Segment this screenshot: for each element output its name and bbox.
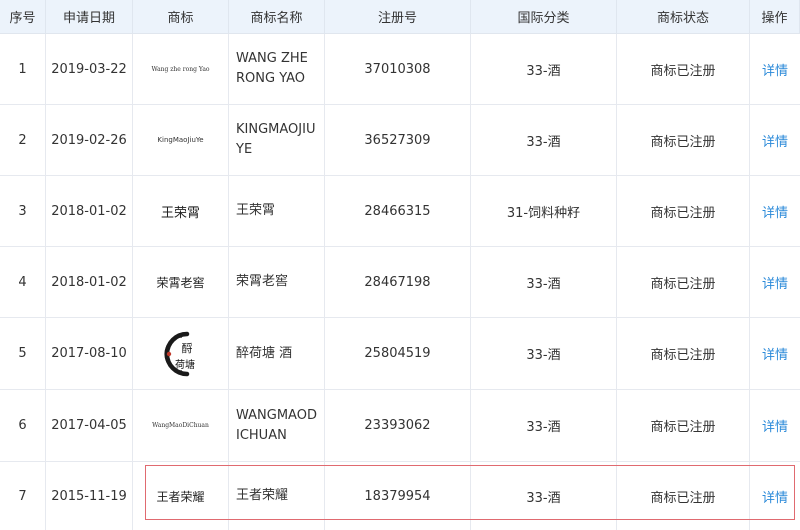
row-reg-no: 25804519	[325, 318, 471, 389]
trademark-logo-icon: 酹 荷塘	[163, 331, 195, 376]
row-class: 33-酒	[471, 318, 617, 389]
row-name: 荣霄老窖	[229, 247, 325, 317]
row-name: WANGMAODICHUAN	[229, 390, 325, 461]
trademark-name: 醉荷塘 酒	[236, 345, 293, 361]
row-status: 商标已注册	[617, 390, 750, 461]
row-status: 商标已注册	[617, 34, 750, 104]
row-reg-no: 18379954	[325, 462, 471, 530]
header-name: 商标名称	[229, 0, 325, 33]
row-date: 2018-01-02	[46, 247, 133, 317]
trademark-name: 王荣霄	[236, 203, 276, 218]
row-date: 2018-01-02	[46, 176, 133, 246]
details-link[interactable]: 详情	[762, 131, 788, 150]
trademark-image-text: Wang zhe rong Yao	[151, 65, 210, 73]
trademark-image: 荣霄老窖	[133, 247, 229, 317]
row-action: 详情	[750, 176, 800, 246]
table-row: 4 2018-01-02 荣霄老窖 荣霄老窖 28467198 33-酒 商标已…	[0, 247, 800, 318]
row-index: 5	[0, 318, 46, 389]
row-action: 详情	[750, 105, 800, 175]
trademark-image-text: 王者荣耀	[156, 489, 205, 504]
trademark-name: 荣霄老窖	[236, 274, 289, 289]
trademark-image: 王者荣耀	[133, 462, 229, 530]
trademark-name: WANGMAODICHUAN	[236, 407, 317, 443]
row-status: 商标已注册	[617, 247, 750, 317]
details-link[interactable]: 详情	[762, 202, 788, 221]
row-date: 2015-11-19	[46, 462, 133, 530]
header-reg-no: 注册号	[325, 0, 471, 33]
row-reg-no: 28467198	[325, 247, 471, 317]
table-row: 3 2018-01-02 王荣霄 王荣霄 28466315 31-饲料种籽 商标…	[0, 176, 800, 247]
row-date: 2017-08-10	[46, 318, 133, 389]
details-link[interactable]: 详情	[762, 416, 788, 435]
row-action: 详情	[750, 462, 800, 530]
trademark-image: WangMaoDiChuan	[133, 390, 229, 461]
table-row: 1 2019-03-22 Wang zhe rong Yao WANG ZHE …	[0, 34, 800, 105]
trademark-image-text: KingMaoJiuYe	[157, 136, 204, 144]
header-date: 申请日期	[46, 0, 133, 33]
row-class: 31-饲料种籽	[471, 176, 617, 246]
table-row: 6 2017-04-05 WangMaoDiChuan WANGMAODICHU…	[0, 390, 800, 462]
row-index: 2	[0, 105, 46, 175]
details-link[interactable]: 详情	[762, 60, 788, 79]
row-name: 王荣霄	[229, 176, 325, 246]
row-index: 1	[0, 34, 46, 104]
row-class: 33-酒	[471, 247, 617, 317]
header-class: 国际分类	[471, 0, 617, 33]
row-reg-no: 37010308	[325, 34, 471, 104]
row-reg-no: 36527309	[325, 105, 471, 175]
header-status: 商标状态	[617, 0, 750, 33]
row-class: 33-酒	[471, 34, 617, 104]
row-status: 商标已注册	[617, 462, 750, 530]
row-action: 详情	[750, 390, 800, 461]
row-index: 6	[0, 390, 46, 461]
row-index: 3	[0, 176, 46, 246]
table-row: 2 2019-02-26 KingMaoJiuYe KINGMAOJIUYE 3…	[0, 105, 800, 176]
trademark-image-text: WangMaoDiChuan	[152, 422, 209, 429]
row-name: 王者荣耀	[229, 462, 325, 530]
row-index: 4	[0, 247, 46, 317]
table-row: 7 2015-11-19 王者荣耀 王者荣耀 18379954 33-酒 商标已…	[0, 462, 800, 530]
trademark-name: 王者荣耀	[236, 488, 289, 503]
trademark-image: 王荣霄	[133, 176, 229, 246]
row-date: 2017-04-05	[46, 390, 133, 461]
trademark-name: KINGMAOJIUYE	[236, 122, 316, 157]
header-action: 操作	[750, 0, 800, 33]
header-logo: 商标	[133, 0, 229, 33]
svg-text:酹: 酹	[181, 342, 192, 355]
row-class: 33-酒	[471, 462, 617, 530]
header-index: 序号	[0, 0, 46, 33]
row-index: 7	[0, 462, 46, 530]
row-reg-no: 28466315	[325, 176, 471, 246]
row-date: 2019-03-22	[46, 34, 133, 104]
trademark-table: 序号 申请日期 商标 商标名称 注册号 国际分类 商标状态 操作 1 2019-…	[0, 0, 800, 530]
row-class: 33-酒	[471, 390, 617, 461]
row-status: 商标已注册	[617, 176, 750, 246]
trademark-image: 酹 荷塘	[133, 318, 229, 389]
row-status: 商标已注册	[617, 318, 750, 389]
row-action: 详情	[750, 318, 800, 389]
svg-text:荷塘: 荷塘	[175, 358, 195, 371]
trademark-image: Wang zhe rong Yao	[133, 34, 229, 104]
trademark-name: WANG ZHE RONG YAO	[236, 51, 308, 86]
row-name: KINGMAOJIUYE	[229, 105, 325, 175]
row-name: 醉荷塘 酒	[229, 318, 325, 389]
trademark-image: KingMaoJiuYe	[133, 105, 229, 175]
details-link[interactable]: 详情	[762, 273, 788, 292]
trademark-image-text: 荣霄老窖	[156, 275, 205, 290]
table-row: 5 2017-08-10 酹 荷塘 醉荷塘 酒 25804519 33-酒 商标…	[0, 318, 800, 390]
row-date: 2019-02-26	[46, 105, 133, 175]
row-class: 33-酒	[471, 105, 617, 175]
details-link[interactable]: 详情	[762, 344, 788, 363]
row-reg-no: 23393062	[325, 390, 471, 461]
row-action: 详情	[750, 34, 800, 104]
trademark-image-text: 王荣霄	[160, 205, 200, 221]
row-action: 详情	[750, 247, 800, 317]
row-name: WANG ZHE RONG YAO	[229, 34, 325, 104]
row-status: 商标已注册	[617, 105, 750, 175]
details-link[interactable]: 详情	[762, 487, 788, 506]
table-header: 序号 申请日期 商标 商标名称 注册号 国际分类 商标状态 操作	[0, 0, 800, 34]
